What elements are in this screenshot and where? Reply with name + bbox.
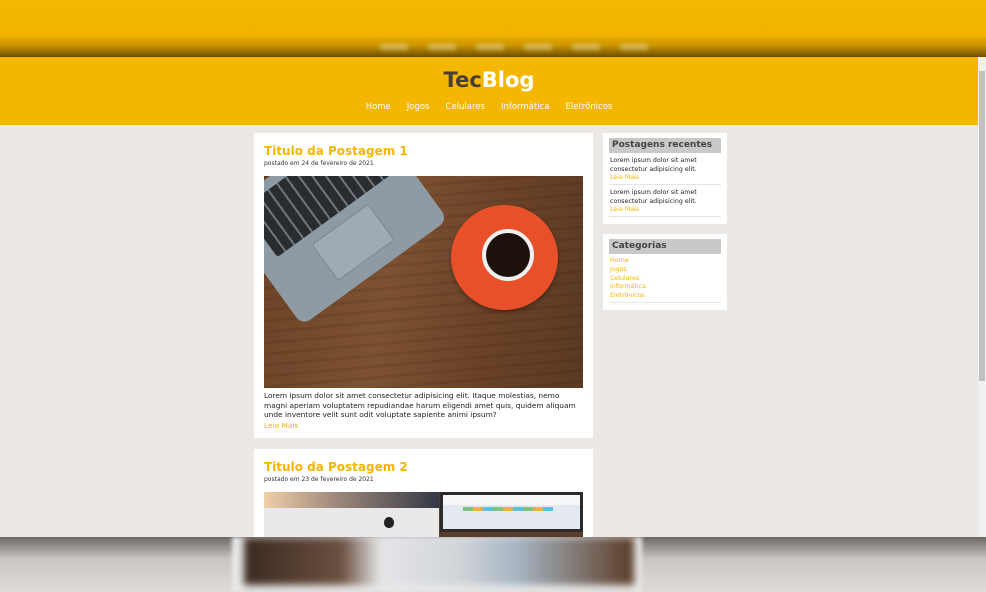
imac-graphic — [264, 492, 439, 537]
nav-eletronicos[interactable]: Eletrônicos — [557, 102, 620, 112]
coffee — [486, 233, 530, 277]
apple-logo-icon — [384, 517, 394, 528]
site-header: TecBlog Home Jogos Celulares Informática… — [0, 57, 978, 125]
recent-posts-widget: Postagens recentes Lorem ipsum dolor sit… — [603, 133, 727, 224]
widget-title: Categorias — [609, 239, 721, 254]
category-informatica[interactable]: Informática — [610, 283, 720, 292]
main-nav: Home Jogos Celulares Informática Eletrôn… — [0, 102, 978, 112]
category-home[interactable]: Home — [610, 257, 720, 266]
categories-widget: Categorias Home Jogos Celulares Informát… — [603, 234, 727, 310]
post-card: Titulo da Postagem 2 postado em 23 de fe… — [254, 449, 593, 552]
top-blur-reflection — [0, 0, 986, 57]
recent-post-text: Lorem ipsum dolor sit amet consectetur a… — [610, 189, 697, 205]
category-eletronicos[interactable]: Eletrônicos — [610, 292, 720, 301]
site-logo[interactable]: TecBlog — [0, 68, 978, 92]
nav-informatica[interactable]: Informática — [493, 102, 558, 112]
bottom-blur-reflection — [0, 537, 986, 592]
post-title[interactable]: Titulo da Postagem 1 — [264, 144, 583, 158]
imac-screen — [264, 492, 439, 508]
page-scrollbar[interactable] — [978, 57, 986, 537]
blurred-nav — [380, 44, 660, 50]
post-date: postado em 23 de fevereiro de 2021 — [264, 476, 374, 483]
logo-tec: Tec — [443, 68, 482, 92]
nav-jogos[interactable]: Jogos — [399, 102, 438, 112]
post-card: Titulo da Postagem 1 postado em 24 de fe… — [254, 133, 593, 438]
recent-post-read-more[interactable]: Leia Mais — [610, 206, 720, 214]
recent-post-item: Lorem ipsum dolor sit amet consectetur a… — [609, 185, 721, 217]
post-title[interactable]: Titulo da Postagem 2 — [264, 460, 583, 474]
blurred-image — [244, 537, 634, 585]
post-excerpt: Lorem ipsum dolor sit amet consectetur a… — [264, 391, 576, 420]
tablet-screen — [443, 495, 580, 529]
category-list: Home Jogos Celulares Informática Eletrôn… — [609, 254, 721, 303]
nav-celulares[interactable]: Celulares — [438, 102, 493, 112]
nav-home[interactable]: Home — [358, 102, 399, 112]
read-more-link[interactable]: Leia Mais — [264, 421, 583, 430]
category-jogos[interactable]: Jogos — [610, 266, 720, 275]
tablet-graphic — [440, 492, 583, 532]
post-date: postado em 24 de fevereiro de 2021 — [264, 160, 374, 167]
recent-post-read-more[interactable]: Leia Mais — [610, 174, 720, 182]
scrollbar-thumb[interactable] — [979, 71, 985, 381]
recent-post-item: Lorem ipsum dolor sit amet consectetur a… — [609, 153, 721, 185]
logo-blog: Blog — [481, 68, 535, 92]
recent-post-text: Lorem ipsum dolor sit amet consectetur a… — [610, 157, 697, 173]
widget-title: Postagens recentes — [609, 138, 721, 153]
post-image-laptop-coffee — [264, 176, 583, 388]
